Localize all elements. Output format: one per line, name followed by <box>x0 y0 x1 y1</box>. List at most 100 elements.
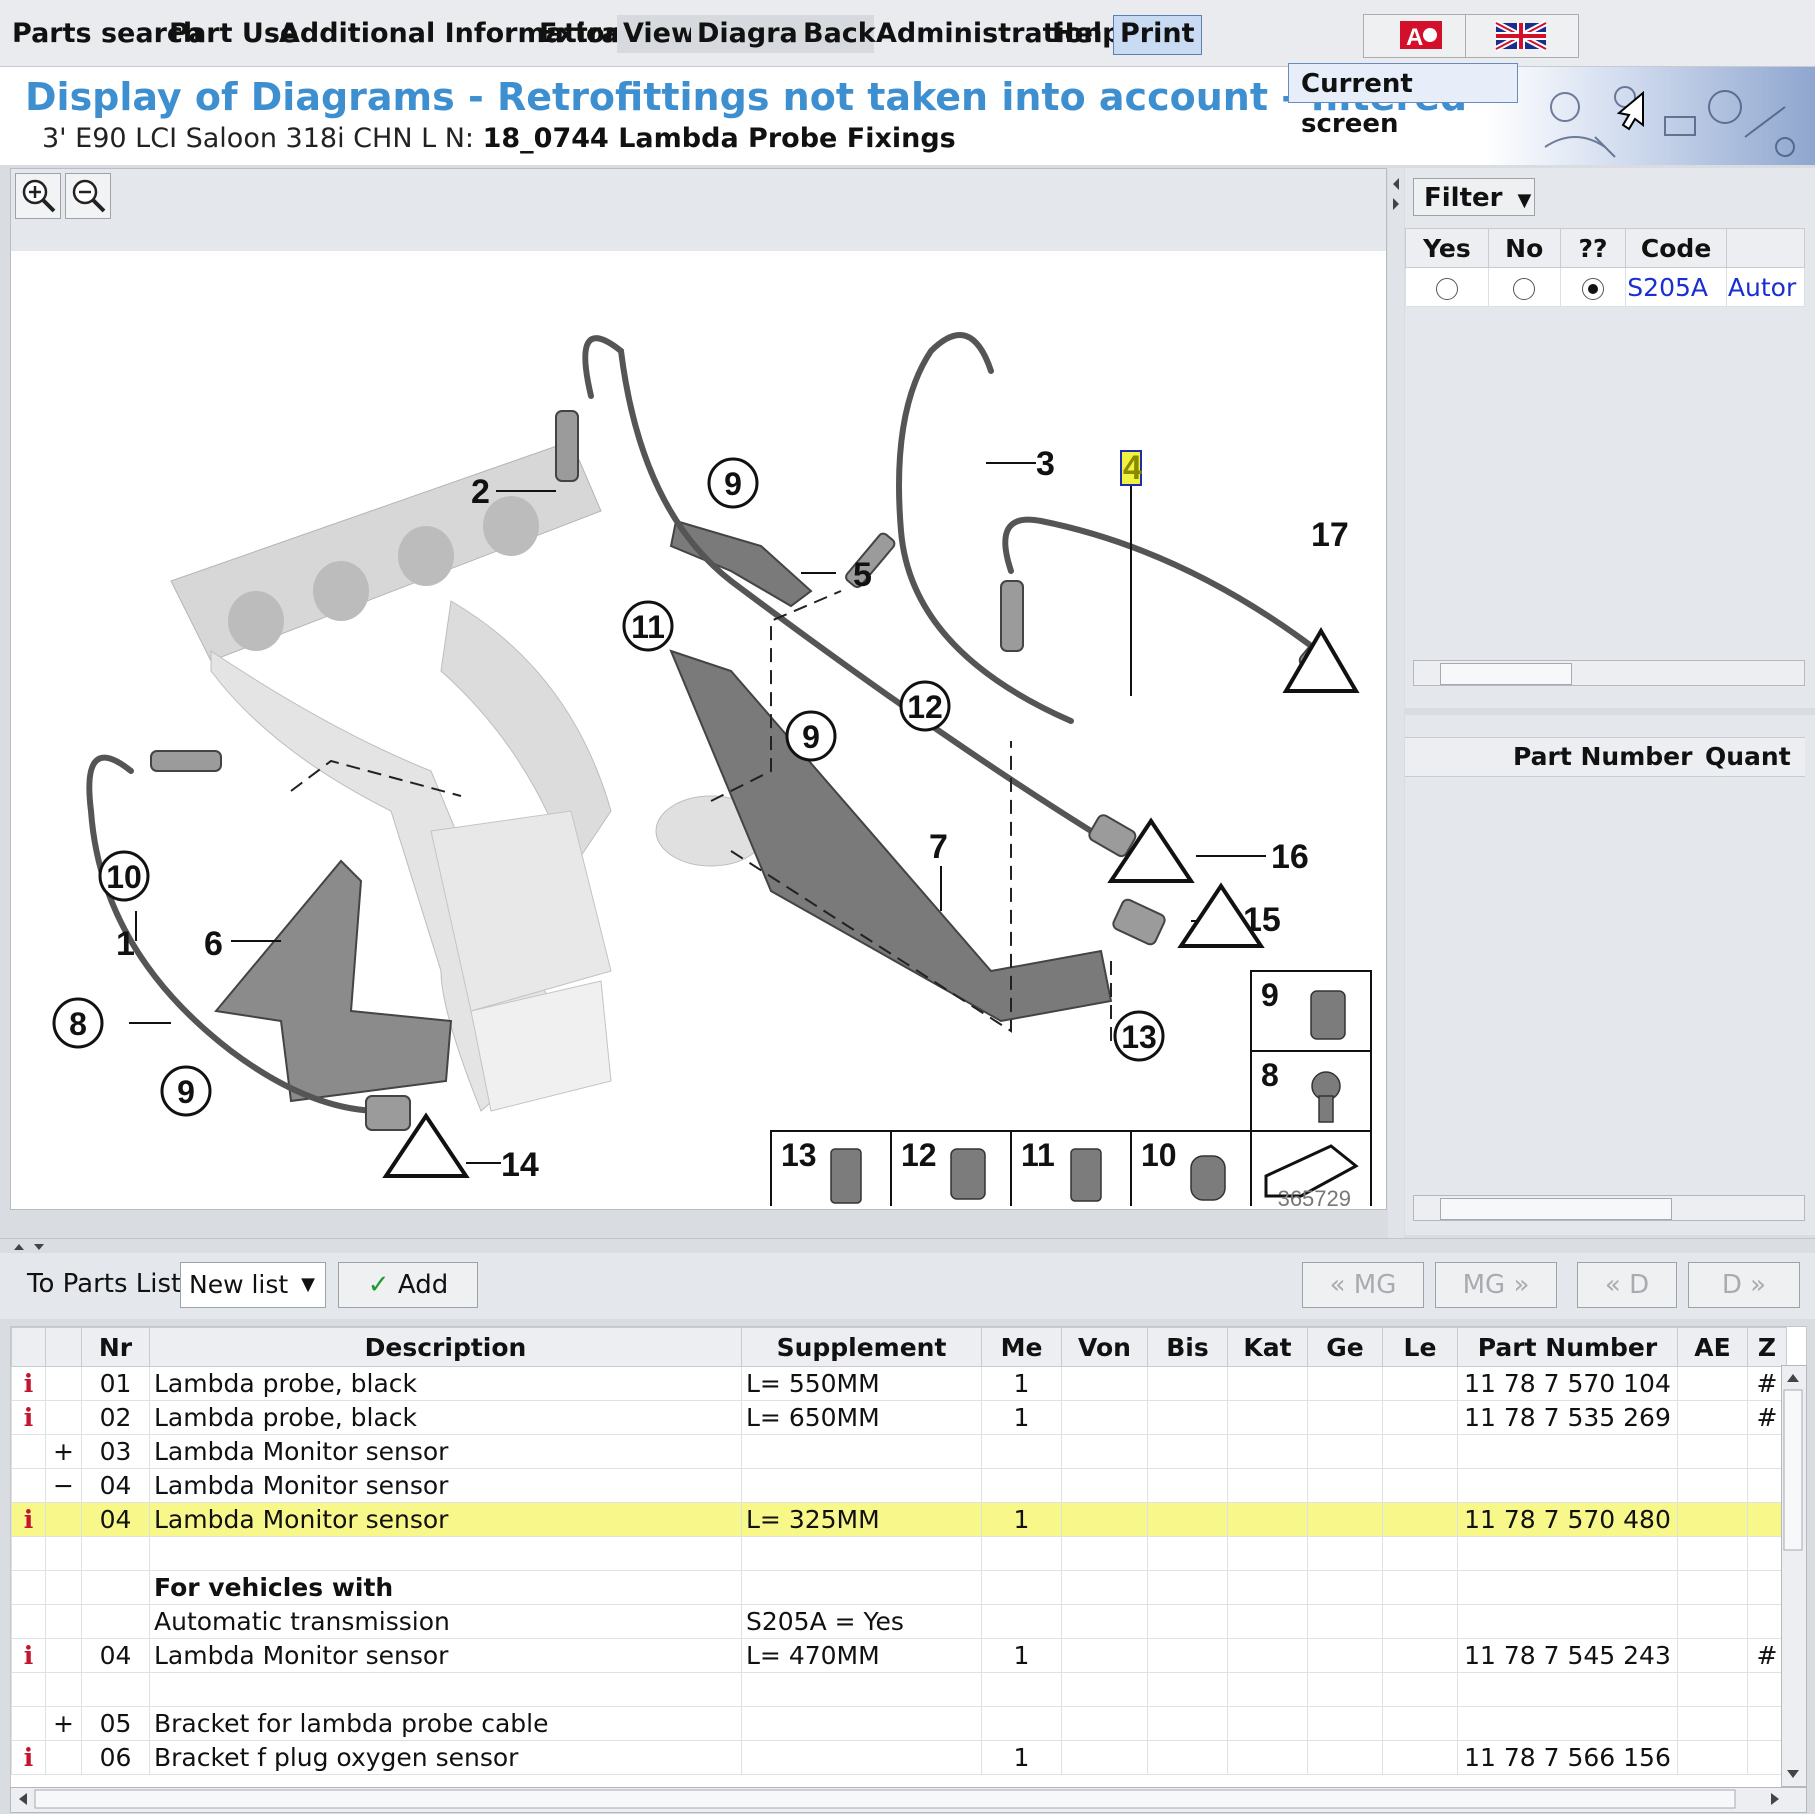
table-row[interactable]: i 04 Lambda Monitor sensor L= 325MM 1 11 78 7… <box>11 1502 1787 1537</box>
info-icon[interactable]: i <box>11 1366 46 1401</box>
callout-13[interactable]: 13 <box>1121 1019 1157 1055</box>
callout-12[interactable]: 12 <box>907 689 943 725</box>
prev-diagram-button[interactable]: « D <box>1577 1262 1677 1308</box>
col-kat[interactable]: Kat <box>1227 1327 1308 1367</box>
callout-2[interactable]: 2 <box>471 473 490 511</box>
table-row[interactable]: i 01 Lambda probe, black L= 550MM 1 11 78 7 5… <box>11 1366 1787 1401</box>
table-row[interactable]: i 06 Bracket f plug oxygen sensor 1 11 78 7 … <box>11 1740 1787 1775</box>
filter-description-link[interactable]: Autor <box>1725 267 1806 307</box>
filter-yes-radio[interactable] <box>1435 277 1458 300</box>
col-von[interactable]: Von <box>1061 1327 1148 1367</box>
scroll-thumb[interactable] <box>1440 663 1572 685</box>
info-icon[interactable]: i <box>11 1400 46 1435</box>
callout-14[interactable]: 14 <box>501 1146 539 1184</box>
info-icon[interactable]: i <box>11 1740 46 1775</box>
next-diagram-button[interactable]: D » <box>1688 1262 1800 1308</box>
callout-4[interactable]: 4 <box>1123 449 1142 487</box>
inset-label-12[interactable]: 12 <box>901 1137 937 1173</box>
vehicle-info: 3' E90 LCI Saloon 318i CHN L N: <box>42 123 475 154</box>
table-row[interactable]: +05 Bracket for lambda probe cable <box>11 1706 1787 1741</box>
callout-6[interactable]: 6 <box>204 925 223 963</box>
callout-17[interactable]: 17 <box>1311 516 1349 554</box>
col-ge[interactable]: Ge <box>1307 1327 1383 1367</box>
grid-vertical-scrollbar[interactable] <box>1781 1365 1807 1787</box>
prev-main-group-button[interactable]: « MG <box>1302 1262 1424 1308</box>
callout-5[interactable]: 5 <box>853 556 872 594</box>
cell-kat <box>1227 1604 1308 1639</box>
cell-bis <box>1147 1502 1228 1537</box>
tree-toggle[interactable]: + <box>45 1706 82 1741</box>
menu-print[interactable]: Print <box>1113 15 1202 55</box>
info-icon <box>11 1672 46 1707</box>
inset-label-11[interactable]: 11 <box>1021 1137 1055 1173</box>
parts-list-select[interactable]: New list ▼ <box>180 1262 326 1308</box>
col-ae[interactable]: AE <box>1677 1327 1748 1367</box>
add-button[interactable]: ✓ Add <box>338 1262 478 1308</box>
cell-le <box>1382 1400 1458 1435</box>
col-info <box>11 1327 46 1367</box>
table-row[interactable]: Automatic transmission S205A = Yes <box>11 1604 1787 1639</box>
cell-supplement <box>741 1740 982 1775</box>
cell-ae <box>1677 1400 1748 1435</box>
col-bis[interactable]: Bis <box>1147 1327 1228 1367</box>
cell-description: Lambda Monitor sensor <box>149 1502 742 1537</box>
menu-back[interactable]: Back <box>797 15 876 53</box>
next-main-group-button[interactable]: MG » <box>1435 1262 1557 1308</box>
menu-view[interactable]: View <box>617 15 698 53</box>
table-row[interactable]: For vehicles with <box>11 1570 1787 1605</box>
table-row[interactable] <box>11 1536 1787 1571</box>
cell-me <box>981 1604 1062 1639</box>
callout-8[interactable]: 8 <box>69 1006 87 1042</box>
col-supplement[interactable]: Supplement <box>741 1327 982 1367</box>
col-me[interactable]: Me <box>981 1327 1062 1367</box>
table-row[interactable]: i 02 Lambda probe, black L= 650MM 1 11 78 7 5… <box>11 1400 1787 1435</box>
menu-diagram[interactable]: Diagram <box>691 15 826 53</box>
col-nr[interactable]: Nr <box>81 1327 150 1367</box>
callout-9-low[interactable]: 9 <box>177 1074 195 1110</box>
table-row[interactable]: i 04 Lambda Monitor sensor L= 470MM 1 11 78 7… <box>11 1638 1787 1673</box>
inset-label-9[interactable]: 9 <box>1261 977 1279 1013</box>
cell-supplement <box>741 1570 982 1605</box>
exploded-parts-diagram[interactable]: 2 3 4 5 1 6 7 17 16 15 14 9 11 12 9 10 8 <box>11 251 1386 1206</box>
vertical-splitter[interactable] <box>1388 168 1404 1238</box>
callout-9-top[interactable]: 9 <box>724 466 742 502</box>
callout-10[interactable]: 10 <box>106 859 142 895</box>
callout-7[interactable]: 7 <box>929 828 948 866</box>
filter-horizontal-scrollbar[interactable] <box>1413 660 1805 686</box>
col-z[interactable]: Z <box>1747 1327 1787 1367</box>
table-row[interactable]: −04 Lambda Monitor sensor <box>11 1468 1787 1503</box>
filter-dropdown-button[interactable]: Filter ▼ <box>1413 178 1535 216</box>
col-part-number[interactable]: Part Number <box>1457 1327 1678 1367</box>
inset-label-8[interactable]: 8 <box>1261 1057 1279 1093</box>
ag-logo-button[interactable]: A <box>1363 14 1477 58</box>
cell-ge <box>1307 1740 1383 1775</box>
filter-unknown-radio[interactable] <box>1581 277 1604 300</box>
cell-part-number <box>1457 1604 1678 1639</box>
scroll-thumb[interactable] <box>1440 1198 1672 1220</box>
info-icon[interactable]: i <box>11 1638 46 1673</box>
tree-toggle[interactable]: − <box>45 1468 82 1503</box>
tree-toggle <box>45 1502 82 1537</box>
print-current-screen-option[interactable]: Current screen <box>1288 63 1518 139</box>
zoom-out-button[interactable] <box>65 173 111 219</box>
col-description[interactable]: Description <box>149 1327 742 1367</box>
callout-16[interactable]: 16 <box>1271 838 1309 876</box>
language-flag-button[interactable] <box>1465 14 1579 58</box>
info-icon[interactable]: i <box>11 1502 46 1537</box>
callout-11[interactable]: 11 <box>631 609 665 645</box>
parts-horizontal-scrollbar[interactable] <box>1413 1195 1805 1221</box>
callout-3[interactable]: 3 <box>1036 445 1055 483</box>
filter-code-link[interactable]: S205A <box>1625 267 1727 307</box>
tree-toggle[interactable]: + <box>45 1434 82 1469</box>
callout-9-mid[interactable]: 9 <box>802 719 820 755</box>
filter-no-radio[interactable] <box>1513 277 1536 300</box>
zoom-in-button[interactable] <box>15 173 61 219</box>
inset-label-10[interactable]: 10 <box>1141 1137 1177 1173</box>
inset-label-13[interactable]: 13 <box>781 1137 817 1173</box>
table-row[interactable]: +03 Lambda Monitor sensor <box>11 1434 1787 1469</box>
table-row[interactable] <box>11 1672 1787 1707</box>
grid-horizontal-scrollbar[interactable] <box>10 1787 1807 1813</box>
horizontal-splitter[interactable] <box>0 1238 1815 1253</box>
col-le[interactable]: Le <box>1382 1327 1458 1367</box>
callout-1[interactable]: 1 <box>116 925 135 963</box>
